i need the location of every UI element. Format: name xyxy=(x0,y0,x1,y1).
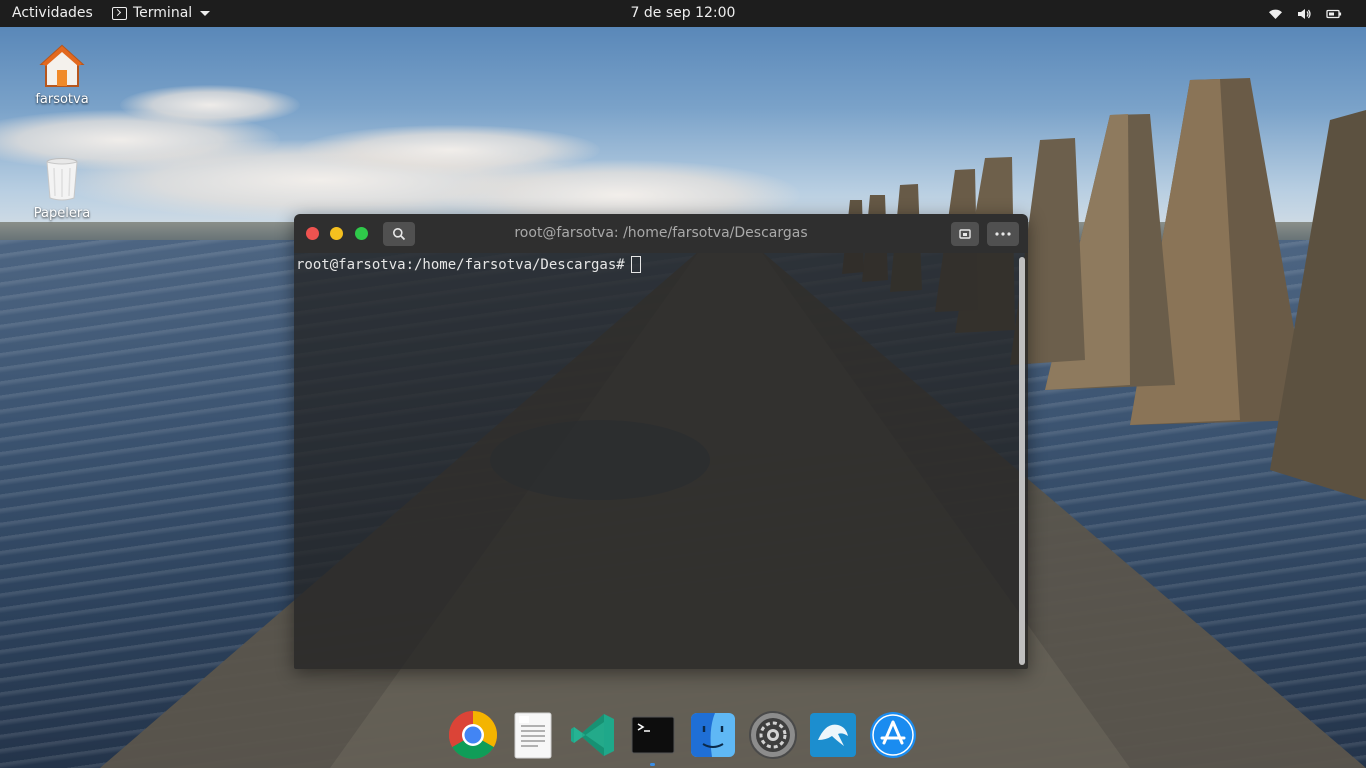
mysql-workbench-icon xyxy=(810,713,856,757)
top-panel: Actividades Terminal 7 de sep 12:00 xyxy=(0,0,1366,27)
clock[interactable]: 7 de sep 12:00 xyxy=(0,0,1366,27)
wifi-icon xyxy=(1269,9,1282,19)
dock-item-vscode[interactable] xyxy=(568,710,618,760)
settings-icon xyxy=(749,711,797,759)
new-tab-icon xyxy=(959,229,971,239)
volume-icon xyxy=(1298,8,1311,19)
desktop-icon-label: Papelera xyxy=(33,206,91,221)
dock-item-settings[interactable] xyxy=(748,710,798,760)
trash-icon xyxy=(38,156,86,204)
chrome-icon xyxy=(448,711,498,760)
dock-item-chrome[interactable] xyxy=(448,710,498,760)
new-tab-button[interactable] xyxy=(951,222,979,246)
window-titlebar[interactable]: root@farsotva: /home/farsotva/Descargas xyxy=(294,214,1028,253)
desktop-icon-label: farsotva xyxy=(35,92,89,107)
vscode-icon xyxy=(571,714,614,756)
app-store-icon xyxy=(870,712,916,758)
desktop-icon-trash[interactable]: Papelera xyxy=(22,156,102,221)
minimize-button[interactable] xyxy=(330,227,343,240)
desktop-icon-home[interactable]: farsotva xyxy=(22,42,102,107)
battery-icon xyxy=(1326,9,1342,18)
search-icon xyxy=(393,228,406,241)
finder-icon xyxy=(691,713,735,757)
close-button[interactable] xyxy=(306,227,319,240)
terminal-prompt-line: root@farsotva:/home/farsotva/Descargas# xyxy=(296,256,641,273)
dock-item-app-store[interactable] xyxy=(868,710,918,760)
dock-item-terminal[interactable] xyxy=(628,710,678,766)
terminal-window[interactable]: root@farsotva: /home/farsotva/Descargas xyxy=(294,214,1028,669)
running-indicator xyxy=(650,763,655,766)
terminal-prompt: root@farsotva:/home/farsotva/Descargas# xyxy=(296,257,625,273)
menu-button[interactable] xyxy=(987,222,1019,246)
dock xyxy=(444,706,924,768)
menu-icon xyxy=(995,232,1011,236)
search-button[interactable] xyxy=(383,222,415,246)
terminal-icon xyxy=(631,716,675,754)
text-cursor xyxy=(630,256,641,273)
dock-item-finder[interactable] xyxy=(688,710,738,760)
dock-item-text-editor[interactable] xyxy=(508,710,558,760)
dock-item-mysql-workbench[interactable] xyxy=(808,710,858,760)
scrollbar[interactable] xyxy=(1019,257,1025,665)
maximize-button[interactable] xyxy=(355,227,368,240)
home-folder-icon xyxy=(38,42,86,90)
terminal-output[interactable]: root@farsotva:/home/farsotva/Descargas# xyxy=(294,253,1028,669)
text-editor-icon xyxy=(514,712,552,759)
system-tray[interactable] xyxy=(1268,0,1342,27)
